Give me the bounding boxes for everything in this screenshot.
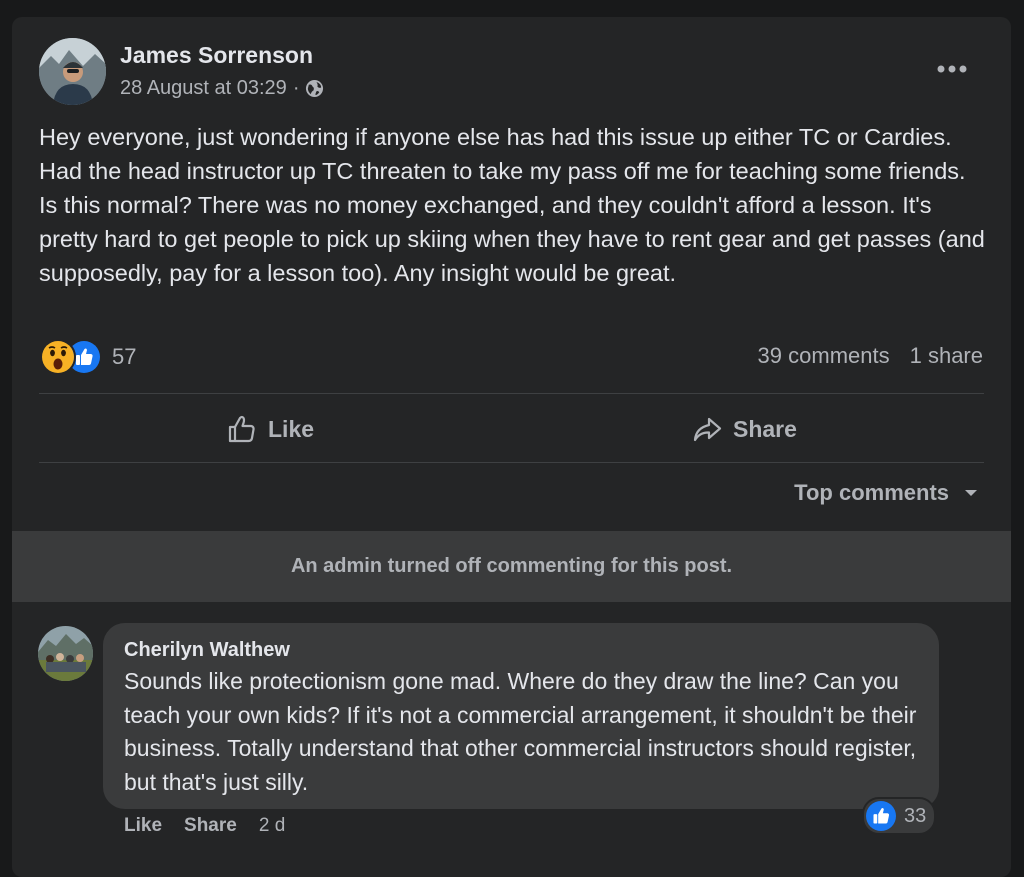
admin-notice-text: An admin turned off commenting for this … bbox=[290, 555, 733, 577]
post-timestamp[interactable]: 28 August at 03:29 bbox=[120, 77, 287, 100]
share-button-label: Share bbox=[733, 415, 797, 442]
globe-icon bbox=[305, 79, 324, 98]
post-header: James Sorrenson 28 August at 03:29 · bbox=[12, 17, 1011, 117]
caret-down-icon bbox=[963, 488, 979, 498]
wow-icon bbox=[40, 339, 76, 375]
divider bbox=[39, 393, 984, 394]
like-button[interactable]: Like bbox=[226, 409, 314, 449]
meta-separator: · bbox=[292, 77, 300, 99]
commenter-avatar[interactable] bbox=[38, 626, 93, 681]
post-body: Hey everyone, just wondering if anyone e… bbox=[39, 124, 985, 286]
post-stats: 39 comments 1 share bbox=[758, 343, 983, 369]
comment-share-button[interactable]: Share bbox=[184, 815, 237, 837]
more-dots-icon bbox=[937, 65, 967, 73]
like-icon bbox=[866, 801, 896, 831]
share-icon bbox=[691, 413, 723, 445]
shares-count[interactable]: 1 share bbox=[910, 343, 983, 369]
comment-timestamp[interactable]: 2 d bbox=[259, 815, 285, 837]
share-button[interactable]: Share bbox=[691, 409, 797, 449]
like-button-label: Like bbox=[268, 415, 315, 442]
comments-count[interactable]: 39 comments bbox=[758, 343, 890, 369]
author-name[interactable]: James Sorrenson bbox=[120, 42, 313, 69]
comment-like-button[interactable]: Like bbox=[124, 815, 162, 837]
thumbs-up-icon bbox=[226, 413, 258, 445]
comment-like-count: 33 bbox=[904, 804, 927, 827]
comments-disabled-notice: An admin turned off commenting for this … bbox=[12, 531, 1011, 602]
comment-bubble: Cherilyn Walthew Sounds like protectioni… bbox=[103, 623, 939, 809]
comment-actions: Like Share 2 d bbox=[124, 815, 285, 837]
comment-text: Sounds like protectionism gone mad. Wher… bbox=[124, 668, 917, 795]
divider bbox=[39, 462, 984, 463]
comment-sort-dropdown[interactable]: Top comments bbox=[794, 480, 979, 506]
more-options-button[interactable] bbox=[935, 59, 969, 79]
reaction-count: 57 bbox=[112, 344, 137, 369]
post-card: James Sorrenson 28 August at 03:29 · Hey… bbox=[12, 17, 1011, 877]
comment-sort-label: Top comments bbox=[794, 480, 949, 505]
commenter-name[interactable]: Cherilyn Walthew bbox=[124, 639, 290, 662]
reactions-summary[interactable]: 57 bbox=[40, 339, 136, 375]
author-avatar[interactable] bbox=[39, 38, 106, 105]
comment-reactions[interactable]: 33 bbox=[862, 797, 937, 835]
post-meta: 28 August at 03:29 · bbox=[120, 77, 324, 100]
